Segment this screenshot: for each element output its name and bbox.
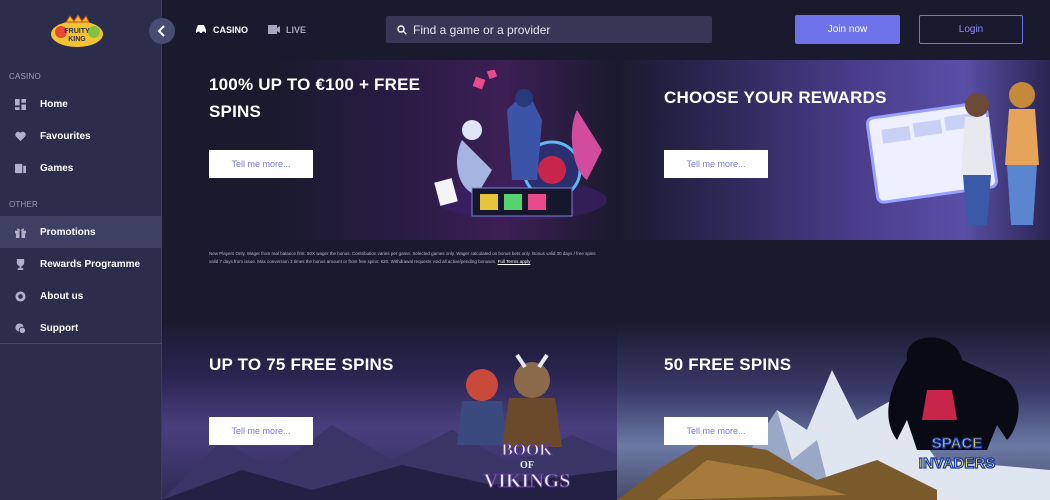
promo-title: 50 FREE SPINS xyxy=(664,355,792,374)
search-input[interactable] xyxy=(413,16,703,43)
car-icon xyxy=(196,25,206,35)
tell-me-more-button[interactable]: Tell me more... xyxy=(664,150,768,178)
sidebar-divider xyxy=(0,343,162,344)
join-now-button[interactable]: Join now xyxy=(795,15,900,44)
login-button[interactable]: Login xyxy=(919,15,1023,44)
search-icon xyxy=(397,24,407,35)
sidebar-item-label: Support xyxy=(40,322,79,334)
sidebar-item-label: Rewards Programme xyxy=(40,258,141,270)
fruity-king-logo[interactable]: FRUITY KING xyxy=(48,14,106,50)
tab-casino-label: CASINO xyxy=(213,24,249,35)
support-icon xyxy=(14,322,26,334)
sidebar-item-label: Games xyxy=(40,162,74,174)
sidebar-item-support[interactable]: Support xyxy=(0,312,162,344)
casino-app: FRUITY KING CASINO Home Favourites Games… xyxy=(0,0,1050,500)
welcome-bonus-art xyxy=(432,68,612,230)
svg-text:FRUITY: FRUITY xyxy=(64,28,90,35)
chevron-left-icon xyxy=(157,25,165,37)
terms-text: New Players Only. Wager from real balanc… xyxy=(209,250,601,266)
heart-icon xyxy=(14,130,26,142)
sidebar-item-label: Favourites xyxy=(40,130,91,142)
gift-icon xyxy=(14,226,26,238)
sidebar-item-rewards[interactable]: Rewards Programme xyxy=(0,248,162,280)
sidebar-item-about[interactable]: About us xyxy=(0,280,162,312)
tab-live-label: LIVE xyxy=(286,24,307,35)
svg-text:KING: KING xyxy=(68,36,86,43)
sidebar-item-label: Home xyxy=(40,98,68,110)
games-icon xyxy=(14,162,26,174)
svg-text:SPACE: SPACE xyxy=(932,435,983,452)
section-label-casino: CASINO xyxy=(9,72,41,81)
live-icon xyxy=(268,25,280,34)
book-of-vikings-art: BOOK OF VIKINGS xyxy=(447,335,607,495)
sidebar-item-favourites[interactable]: Favourites xyxy=(0,120,162,152)
promo-card-welcome[interactable]: 100% UP TO €100 + FREE SPINS Tell me mor… xyxy=(162,60,617,240)
tell-me-more-button[interactable]: Tell me more... xyxy=(664,417,768,445)
promo-title: CHOOSE YOUR REWARDS xyxy=(664,88,887,107)
sidebar-item-label: Promotions xyxy=(40,226,96,238)
svg-text:BOOK: BOOK xyxy=(501,440,553,459)
tell-me-more-button[interactable]: Tell me more... xyxy=(209,150,313,178)
full-terms-link[interactable]: Full Terms apply xyxy=(498,259,531,264)
promo-card-free-spins-75[interactable]: BOOK OF VIKINGS UP TO 75 FREE SPINS Tell… xyxy=(162,320,617,500)
sidebar-item-games[interactable]: Games xyxy=(0,152,162,184)
promo-card-free-spins-50[interactable]: SPACE INVADERS 50 FREE SPINS Tell me mor… xyxy=(617,320,1050,500)
promo-title: 100% UP TO €100 + FREE SPINS xyxy=(209,75,421,121)
trophy-icon xyxy=(14,258,26,270)
tab-casino[interactable]: CASINO xyxy=(195,24,248,35)
svg-text:INVADERS: INVADERS xyxy=(919,455,995,472)
sidebar: FRUITY KING CASINO Home Favourites Games… xyxy=(0,0,162,500)
sidebar-item-label: About us xyxy=(40,290,84,302)
top-header: CASINO LIVE Join now Login xyxy=(162,0,1050,60)
info-icon xyxy=(14,290,26,302)
section-label-other: OTHER xyxy=(9,200,38,209)
search-box xyxy=(386,16,712,43)
promo-card-rewards[interactable]: CHOOSE YOUR REWARDS Tell me more... xyxy=(617,60,1050,240)
promo-title: UP TO 75 FREE SPINS xyxy=(209,355,394,374)
tab-live[interactable]: LIVE xyxy=(268,24,306,35)
terms-body: New Players Only. Wager from real balanc… xyxy=(209,251,596,264)
grid-icon xyxy=(14,98,26,110)
tell-me-more-button[interactable]: Tell me more... xyxy=(209,417,313,445)
sidebar-item-promotions[interactable]: Promotions xyxy=(0,216,162,248)
sidebar-item-home[interactable]: Home xyxy=(0,88,162,120)
svg-text:VIKINGS: VIKINGS xyxy=(484,470,571,492)
sidebar-collapse-button[interactable] xyxy=(149,18,175,44)
